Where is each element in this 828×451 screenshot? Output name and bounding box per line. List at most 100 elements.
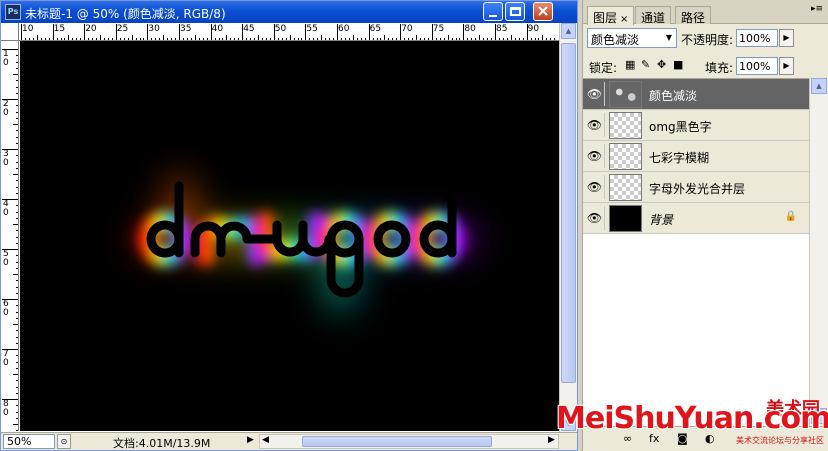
blend-mode-select[interactable]: 颜色减淡 ▼: [587, 28, 677, 48]
maximize-button[interactable]: [505, 2, 525, 21]
ruler-tick: [16, 55, 18, 57]
close-icon: [538, 6, 548, 16]
tab-layers[interactable]: 图层 ×: [587, 6, 635, 25]
layer-row[interactable]: 👁 背景 🔒: [583, 203, 809, 234]
tab-paths[interactable]: 路径: [675, 6, 712, 25]
fill-field[interactable]: 100%: [736, 57, 778, 75]
layer-row[interactable]: 👁 omg黑色字: [583, 110, 809, 141]
eye-icon[interactable]: 👁: [585, 206, 605, 230]
status-menu-arrow-icon[interactable]: ▶: [247, 435, 254, 445]
vertical-scroll-thumb[interactable]: [561, 43, 576, 383]
ruler-tick: [273, 24, 275, 40]
zoom-level-field[interactable]: 50%: [3, 434, 55, 449]
link-layers-icon[interactable]: ∞: [623, 432, 632, 445]
ruler-tick: [16, 317, 18, 319]
horizontal-ruler[interactable]: 10 15 20 25 30 35 40 45 50 55 60 65 70 75 80 85 90: [19, 23, 559, 41]
close-button[interactable]: [533, 2, 553, 21]
ruler-label: 40: [211, 24, 224, 34]
ruler-tick: [16, 230, 18, 232]
ruler-tick: [2, 49, 18, 50]
chevron-down-icon[interactable]: ▼: [662, 29, 676, 47]
ruler-tick: [431, 24, 433, 40]
fill-slider-arrow-icon[interactable]: ▶: [779, 57, 794, 75]
layer-mask-icon[interactable]: ◙: [677, 432, 688, 445]
tab-channels[interactable]: 通道: [635, 6, 672, 25]
ruler-tick: [16, 330, 18, 332]
ruler-origin[interactable]: [1, 23, 19, 41]
scroll-up-icon[interactable]: ▲: [561, 23, 576, 39]
ruler-tick: [16, 405, 18, 407]
scroll-left-icon[interactable]: ◀: [262, 435, 269, 445]
vertical-scrollbar[interactable]: ▲ ▼: [559, 23, 577, 433]
layer-style-icon[interactable]: fx: [649, 432, 659, 445]
ruler-tick: [13, 174, 18, 175]
layer-thumbnail: [609, 205, 642, 232]
ruler-label: 60: [338, 24, 350, 34]
scroll-up-icon[interactable]: ▲: [811, 78, 827, 94]
scroll-right-icon[interactable]: ▶: [548, 435, 555, 445]
ruler-tick: [16, 311, 18, 313]
status-info-icon[interactable]: ⊙: [57, 434, 71, 449]
ruler-label: 35: [180, 24, 192, 34]
opacity-label: 不透明度:: [681, 33, 734, 47]
ruler-tick: [16, 186, 18, 188]
eye-icon[interactable]: 👁: [585, 113, 605, 137]
eye-icon[interactable]: 👁: [585, 82, 605, 106]
layer-name: 字母外发光合并层: [649, 182, 746, 196]
ruler-tick: [16, 80, 18, 82]
ruler-tick: [305, 24, 307, 40]
vertical-ruler[interactable]: 1 0 2 0 3 0 4 0 5 0 6 0 7 0 8 0: [1, 41, 19, 431]
layer-name: 背景: [649, 213, 674, 227]
lock-transparency-icon[interactable]: ▦: [625, 58, 635, 71]
ruler-tick: [16, 117, 18, 119]
layer-row[interactable]: 👁 字母外发光合并层: [583, 172, 809, 203]
ruler-label: 1 0: [3, 49, 9, 68]
ruler-tick: [16, 86, 18, 88]
panel-menu-icon[interactable]: ▸≡: [811, 4, 823, 14]
scroll-down-icon[interactable]: ▼: [561, 415, 576, 431]
ruler-label: 4 0: [3, 199, 9, 218]
ruler-tick: [2, 199, 18, 200]
ruler-tick: [16, 342, 18, 344]
ruler-tick: [13, 424, 18, 425]
ruler-tick: [16, 155, 18, 157]
layers-panel: 图层 × 通道 路径 ▸≡ 颜色减淡 ▼ 不透明度: 100% ▶ 锁定: ▦ ✎: [582, 0, 828, 451]
ruler-tick: [16, 280, 18, 282]
ruler-tick: [16, 180, 18, 182]
layer-row[interactable]: 👁 颜色减淡: [583, 79, 809, 110]
layer-row[interactable]: 👁 七彩字模糊: [583, 141, 809, 172]
adjustment-layer-icon[interactable]: ◐: [705, 432, 715, 445]
ruler-tick: [16, 430, 18, 431]
document-canvas[interactable]: [20, 41, 559, 431]
ruler-label: 3 0: [3, 149, 9, 168]
ruler-tick: [16, 236, 18, 238]
lock-label: 锁定:: [589, 61, 618, 75]
close-tab-icon[interactable]: ×: [620, 14, 628, 25]
scroll-down-icon[interactable]: ▼: [811, 408, 827, 424]
title-bar[interactable]: Ps 未标题-1 @ 50% (颜色减淡, RGB/8): [1, 1, 577, 23]
ruler-tick: [16, 386, 18, 388]
lock-all-icon[interactable]: ■: [673, 58, 683, 71]
lock-image-icon[interactable]: ✎: [641, 58, 650, 71]
layers-bottom-bar: ∞ fx ◙ ◐: [583, 426, 828, 451]
opacity-field[interactable]: 100%: [736, 29, 778, 47]
ruler-tick: [16, 136, 18, 138]
ruler-tick: [13, 324, 18, 325]
eye-icon[interactable]: 👁: [585, 175, 605, 199]
lock-position-icon[interactable]: ✥: [657, 58, 666, 71]
opacity-slider-arrow-icon[interactable]: ▶: [779, 29, 794, 47]
layers-scrollbar[interactable]: ▲ ▼: [809, 78, 828, 426]
eye-icon[interactable]: 👁: [585, 144, 605, 168]
ruler-label: 7 0: [3, 349, 9, 368]
document-size-info: 文档:4.01M/13.9M: [113, 437, 211, 450]
horizontal-scrollbar[interactable]: ◀ ▶: [259, 434, 559, 449]
ruler-tick: [242, 24, 244, 40]
ruler-tick: [16, 192, 18, 194]
ruler-tick: [2, 399, 18, 400]
blend-mode-value: 颜色减淡: [591, 33, 640, 47]
ruler-tick: [16, 392, 18, 394]
horizontal-scroll-thumb[interactable]: [302, 436, 492, 447]
minimize-button[interactable]: [483, 2, 503, 21]
ruler-tick: [13, 224, 18, 225]
ruler-label: 45: [243, 24, 255, 34]
